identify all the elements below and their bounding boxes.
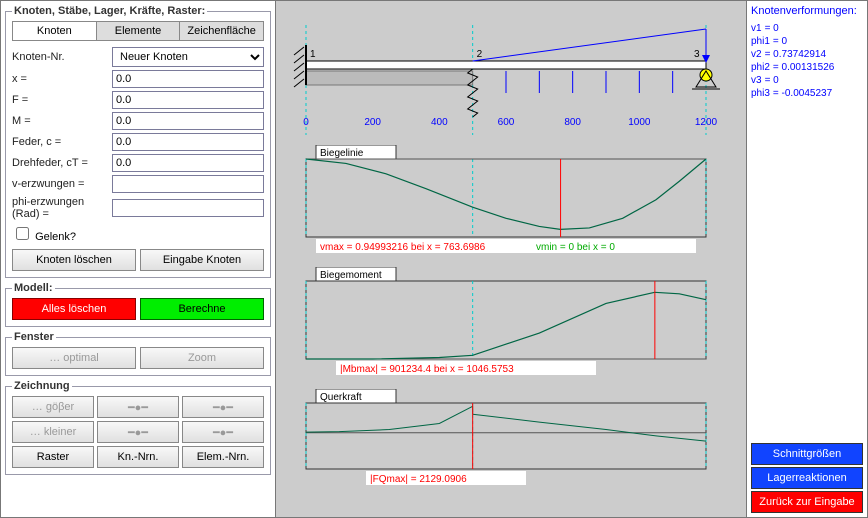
svg-text:0: 0: [303, 117, 309, 128]
svg-text:400: 400: [431, 117, 448, 128]
svg-text:vmax = 0.94993216 bei x = 763.: vmax = 0.94993216 bei x = 763.6986: [320, 242, 486, 253]
modell-legend: Modell:: [12, 282, 55, 294]
svg-text:200: 200: [364, 117, 381, 128]
input-drehfeder[interactable]: [112, 154, 264, 172]
chart-querkraft: Querkraft |FQmax| = 2129.0906: [286, 389, 726, 489]
chart-biegemoment: Biegemoment |Mbmax| = 901234.4 bei x = 10…: [286, 267, 726, 379]
svg-text:|FQmax| = 2129.0906: |FQmax| = 2129.0906: [370, 474, 467, 485]
label-x: x =: [12, 73, 112, 85]
tab-zeichenflaeche[interactable]: Zeichenfläche: [180, 22, 263, 40]
svg-text:Biegemoment: Biegemoment: [320, 270, 382, 281]
btn-schnittgroessen[interactable]: Schnittgrößen: [751, 443, 863, 465]
label-feder: Feder, c =: [12, 136, 112, 148]
zeichnung-fieldset: Zeichnung … göβer ━●━ ━●━ … kleiner ━●━ …: [5, 380, 271, 475]
svg-text:|Mbmax| = 901234.4 bei x = 1: |Mbmax| = 901234.4 bei x = 1046.5753: [340, 364, 514, 375]
svg-text:1200: 1200: [695, 117, 718, 128]
btn-slider2: ━●━: [182, 396, 264, 418]
zeichnung-legend: Zeichnung: [12, 380, 72, 392]
label-drehfeder: Drehfeder, cT =: [12, 157, 112, 169]
btn-bigger: … göβer: [12, 396, 94, 418]
label-f: F =: [12, 94, 112, 106]
svg-text:vmin = 0 bei x = 0: vmin = 0 bei x = 0: [536, 242, 615, 253]
fenster-legend: Fenster: [12, 331, 56, 343]
chart-biegelinie: Biegelinie vmax = 0.94993216 bei x = 763.…: [286, 145, 726, 257]
btn-knnrn[interactable]: Kn.-Nrn.: [97, 446, 179, 468]
btn-optimal: … optimal: [12, 347, 136, 369]
checkbox-gelenk-label[interactable]: Gelenk?: [12, 231, 76, 243]
tab-knoten[interactable]: Knoten: [13, 22, 97, 40]
modell-fieldset: Modell: Alles löschen Berechne: [5, 282, 271, 327]
inputs-fieldset: Knoten, Stäbe, Lager, Kräfte, Raster: Kn…: [5, 5, 271, 278]
btn-delete-node[interactable]: Knoten löschen: [12, 249, 136, 271]
input-feder[interactable]: [112, 133, 264, 151]
svg-text:1000: 1000: [628, 117, 651, 128]
btn-back[interactable]: Zurück zur Eingabe: [751, 491, 863, 513]
svg-text:3: 3: [694, 49, 700, 60]
btn-calculate[interactable]: Berechne: [140, 298, 264, 320]
btn-smaller: … kleiner: [12, 421, 94, 443]
input-m[interactable]: [112, 112, 264, 130]
left-panel: Knoten, Stäbe, Lager, Kräfte, Raster: Kn…: [1, 1, 275, 517]
btn-slider1: ━●━: [97, 396, 179, 418]
btn-slider4: ━●━: [182, 421, 264, 443]
btn-add-node[interactable]: Eingabe Knoten: [140, 249, 264, 271]
label-verzw: v-erzwungen =: [12, 178, 112, 190]
deformations-title: Knotenverformungen:: [751, 5, 863, 17]
svg-text:Biegelinie: Biegelinie: [320, 148, 364, 159]
fenster-fieldset: Fenster … optimal Zoom: [5, 331, 271, 376]
svg-text:Querkraft: Querkraft: [320, 392, 362, 403]
svg-text:1: 1: [310, 49, 316, 60]
btn-slider3: ━●━: [97, 421, 179, 443]
btn-lagerreaktionen[interactable]: Lagerreaktionen: [751, 467, 863, 489]
svg-text:600: 600: [498, 117, 515, 128]
svg-text:2: 2: [477, 49, 483, 60]
btn-elemnrn[interactable]: Elem.-Nrn.: [182, 446, 264, 468]
input-x[interactable]: [112, 70, 264, 88]
right-panel: Knotenverformungen: v1= 0phi1= 0v2= 0.73…: [747, 1, 867, 517]
tab-elemente[interactable]: Elemente: [97, 22, 181, 40]
label-phierzw: phi-erzwungen (Rad) =: [12, 196, 112, 220]
btn-zoom: Zoom: [140, 347, 264, 369]
svg-text:800: 800: [564, 117, 581, 128]
center-panel: 1 2 3 0 200 400 600 1000 1200 800 Biegelinie vmax …: [275, 1, 747, 517]
label-knotennr: Knoten-Nr.: [12, 51, 112, 63]
tabs: Knoten Elemente Zeichenfläche: [12, 21, 264, 41]
btn-delete-all[interactable]: Alles löschen: [12, 298, 136, 320]
btn-raster[interactable]: Raster: [12, 446, 94, 468]
input-phierzw[interactable]: [112, 199, 264, 217]
deformation-values: v1= 0phi1= 0v2= 0.73742914phi2= 0.001315…: [751, 23, 863, 101]
beam-diagram: 1 2 3 0 200 400 600 1000 1200 800: [286, 15, 726, 135]
checkbox-gelenk[interactable]: [16, 227, 29, 240]
input-verzw[interactable]: [112, 175, 264, 193]
label-m: M =: [12, 115, 112, 127]
inputs-legend: Knoten, Stäbe, Lager, Kräfte, Raster:: [12, 5, 207, 17]
input-f[interactable]: [112, 91, 264, 109]
select-knotennr[interactable]: Neuer Knoten: [112, 47, 264, 67]
